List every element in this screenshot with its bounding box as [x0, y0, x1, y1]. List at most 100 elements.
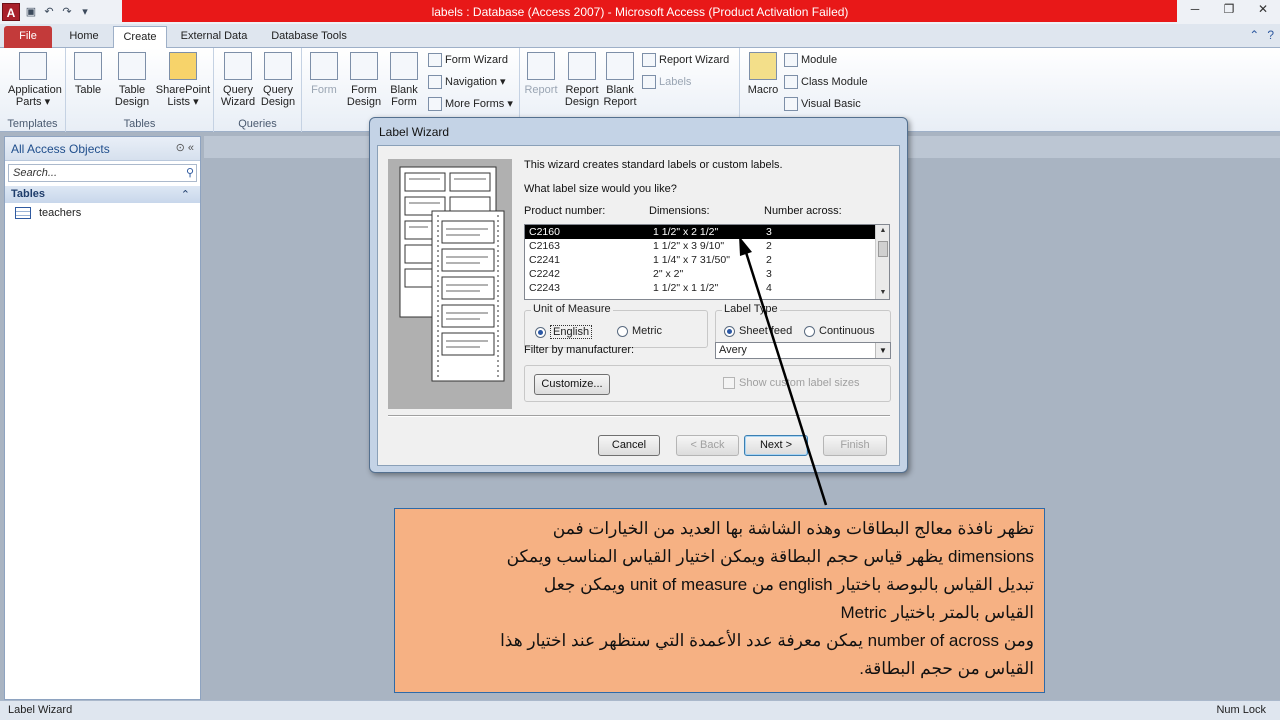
nav-item-teachers[interactable]: teachers	[5, 203, 200, 223]
tab-create[interactable]: Create	[113, 26, 167, 49]
query-design-button[interactable]: Query Design	[256, 52, 300, 108]
table-button[interactable]: Table	[68, 52, 108, 96]
scroll-thumb[interactable]	[878, 241, 888, 257]
table-design-button[interactable]: Table Design	[110, 52, 154, 108]
cancel-button[interactable]: Cancel	[598, 435, 660, 456]
list-item[interactable]: C2243 1 1/2" x 1 1/2" 4	[525, 281, 875, 295]
tab-home[interactable]: Home	[60, 26, 108, 48]
dropdown-arrow-icon[interactable]: ▼	[875, 343, 890, 358]
metric-radio[interactable]: Metric	[617, 325, 662, 337]
window-controls: ─ ❐ ✕	[1178, 0, 1280, 20]
class-module-button[interactable]: Class Module	[784, 73, 868, 91]
label-size-list[interactable]: C2160 1 1/2" x 2 1/2" 3 C2163 1 1/2" x 3…	[524, 224, 890, 300]
visual-basic-button[interactable]: Visual Basic	[784, 95, 861, 113]
query-design-icon	[264, 52, 292, 80]
application-parts-icon	[19, 52, 47, 80]
sharepoint-lists-button[interactable]: SharePoint Lists ▾	[154, 52, 212, 108]
col-product-number: Product number:	[524, 205, 606, 217]
next-button[interactable]: Next >	[744, 435, 808, 456]
form-wizard-button[interactable]: Form Wizard	[428, 51, 508, 69]
application-parts-button[interactable]: Application Parts ▾	[8, 52, 62, 108]
label-sheet-illustration	[388, 159, 512, 409]
form-design-button[interactable]: Form Design	[342, 52, 386, 108]
more-forms-button[interactable]: More Forms ▾	[428, 95, 513, 113]
nav-menu-dropdown-icon[interactable]: ⊙	[176, 142, 185, 154]
group-tables: Table Table Design SharePoint Lists ▾ Ta…	[66, 48, 214, 132]
nav-pane-title: All Access Objects	[11, 142, 110, 156]
list-item[interactable]: C2242 2" x 2" 3	[525, 267, 875, 281]
report-button[interactable]: Report	[520, 52, 562, 96]
help-icon[interactable]: ?	[1267, 28, 1274, 42]
group-label: Templates	[7, 118, 58, 130]
list-item[interactable]: C2160 1 1/2" x 2 1/2" 3	[525, 225, 875, 239]
report-wizard-button[interactable]: Report Wizard	[642, 51, 729, 69]
shutter-bar-close-icon[interactable]: «	[188, 142, 194, 154]
labels-button[interactable]: Labels	[642, 73, 691, 91]
restore-icon[interactable]: ❐	[1212, 0, 1246, 20]
manufacturer-select[interactable]: Avery ▼	[715, 342, 891, 359]
macro-button[interactable]: Macro	[742, 52, 784, 96]
access-logo-icon[interactable]: A	[2, 3, 20, 21]
window-title: labels : Database (Access 2007) - Micros…	[431, 5, 849, 19]
ribbon-tabs: File Home Create External Data Database …	[0, 24, 1280, 49]
callout-line: تظهر نافذة معالج البطاقات وهذه الشاشة به…	[552, 519, 1034, 538]
title-bar: labels : Database (Access 2007) - Micros…	[0, 0, 1280, 24]
filter-label: Filter by manufacturer:	[524, 344, 635, 356]
form-design-icon	[350, 52, 378, 80]
blank-form-button[interactable]: Blank Form	[382, 52, 426, 108]
collapse-ribbon-icon[interactable]: ⌃	[1249, 28, 1259, 42]
tab-external-data[interactable]: External Data	[172, 26, 256, 48]
query-wizard-button[interactable]: Query Wizard	[216, 52, 260, 108]
list-item[interactable]: C2163 1 1/2" x 3 9/10" 2	[525, 239, 875, 253]
status-bar: Label Wizard Num Lock	[0, 700, 1280, 720]
group-templates: Application Parts ▾ Templates	[0, 48, 66, 132]
tab-database-tools[interactable]: Database Tools	[262, 26, 356, 48]
group-label: Queries	[238, 118, 277, 130]
table-design-icon	[118, 52, 146, 80]
sheet-feed-radio[interactable]: Sheet feed	[724, 325, 792, 337]
num-lock-indicator: Num Lock	[1216, 704, 1266, 716]
macro-icon	[749, 52, 777, 80]
customize-button[interactable]: Customize...	[534, 374, 610, 395]
tab-file[interactable]: File	[4, 26, 52, 48]
callout-line: القياس بالمتر باختيار Metric	[840, 603, 1034, 622]
module-button[interactable]: Module	[784, 51, 837, 69]
nav-section-tables[interactable]: Tables ⌃	[5, 186, 200, 203]
blank-report-button[interactable]: Blank Report	[598, 52, 642, 108]
form-button[interactable]: Form	[304, 52, 344, 96]
callout-line: تبديل القياس بالبوصة باختيار english من …	[543, 575, 1034, 594]
search-icon[interactable]: ⚲	[186, 166, 194, 179]
separator	[388, 415, 890, 417]
nav-pane-header[interactable]: All Access Objects ⊙ «	[5, 137, 200, 161]
continuous-radio[interactable]: Continuous	[804, 325, 875, 337]
back-button[interactable]: < Back	[676, 435, 739, 456]
report-icon	[527, 52, 555, 80]
navigation-button[interactable]: Navigation ▾	[428, 73, 506, 91]
list-scrollbar[interactable]: ▲ ▼	[875, 225, 889, 299]
query-wizard-icon	[224, 52, 252, 80]
redo-icon[interactable]: ↷	[60, 5, 74, 19]
english-radio[interactable]: English	[535, 325, 593, 339]
col-number-across: Number across:	[764, 205, 842, 217]
minimize-icon[interactable]: ─	[1178, 0, 1212, 20]
col-dimensions: Dimensions:	[649, 205, 710, 217]
wizard-question: What label size would you like?	[524, 183, 677, 195]
wizard-intro: This wizard creates standard labels or c…	[524, 159, 783, 171]
finish-button[interactable]: Finish	[823, 435, 887, 456]
show-custom-sizes-checkbox[interactable]: Show custom label sizes	[723, 377, 859, 389]
customize-qat-icon[interactable]: ▾	[78, 5, 92, 19]
undo-icon[interactable]: ↶	[42, 5, 56, 19]
dialog-body: This wizard creates standard labels or c…	[377, 145, 900, 466]
scroll-down-icon[interactable]: ▼	[876, 287, 889, 299]
close-icon[interactable]: ✕	[1246, 0, 1280, 20]
list-item[interactable]: C2241 1 1/4" x 7 31/50" 2	[525, 253, 875, 267]
report-wizard-icon	[642, 53, 656, 67]
radio-dot	[535, 326, 546, 338]
visual-basic-icon	[784, 97, 798, 111]
table-icon	[15, 207, 31, 219]
scroll-up-icon[interactable]: ▲	[876, 225, 889, 237]
nav-search-input[interactable]: Search... ⚲	[8, 164, 197, 182]
save-icon[interactable]: ▣	[24, 5, 38, 19]
callout-line: القياس من حجم البطاقة.	[859, 659, 1034, 678]
callout-line: ومن number of across يمكن معرفة عدد الأع…	[500, 631, 1034, 650]
